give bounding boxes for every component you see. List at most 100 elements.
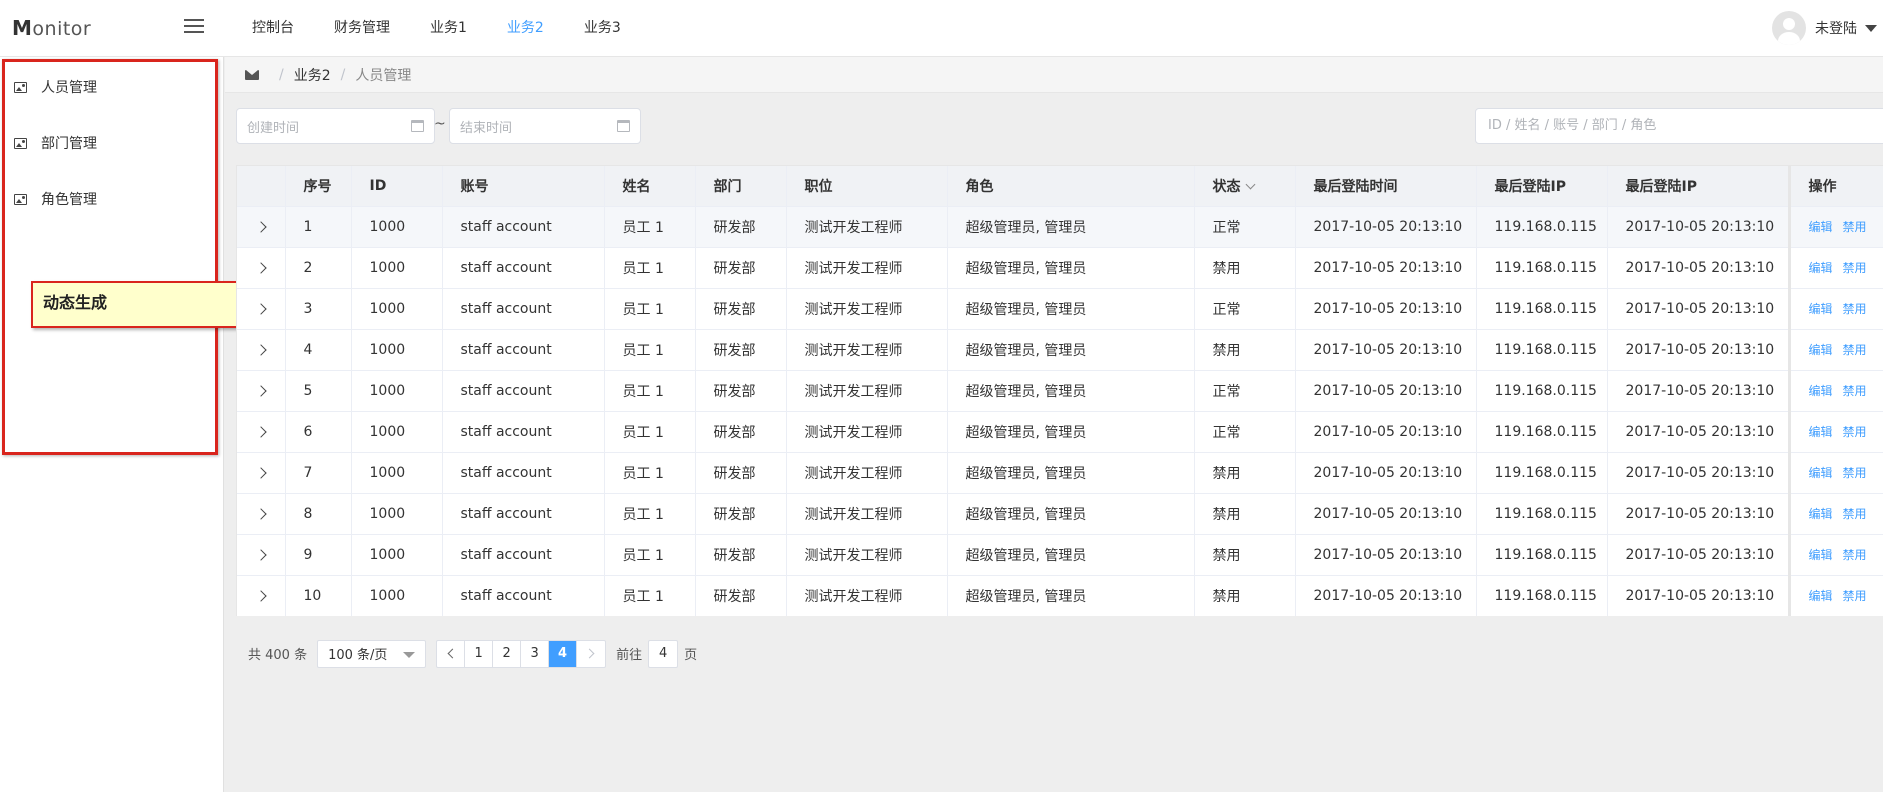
table-row[interactable]: 9 1000 staff account 员工 1 研发部 测试开发工程师 超级管理员, 管… <box>237 534 1883 576</box>
edit-button[interactable]: 编辑 <box>1809 425 1833 439</box>
cell-account: staff account <box>442 329 605 371</box>
cell-role: 超级管理员, 管理员 <box>947 452 1195 494</box>
nav-item-3[interactable]: 业务1 <box>410 0 487 57</box>
table-row[interactable]: 4 1000 staff account 员工 1 研发部 测试开发工程师 超级管理员, 管… <box>237 329 1883 371</box>
caret-down-icon[interactable] <box>1865 24 1877 32</box>
start-date-placeholder: 创建时间 <box>247 120 300 136</box>
goto-page-input[interactable]: 4 <box>648 639 679 668</box>
expand-cell[interactable] <box>237 247 286 289</box>
expand-cell[interactable] <box>237 411 286 453</box>
nav-item-4[interactable]: 业务2 <box>487 0 564 57</box>
edit-button[interactable]: 编辑 <box>1809 220 1833 234</box>
cell-login_ip: 119.168.0.115 <box>1476 534 1608 576</box>
sidebar-item-label: 角色管理 <box>41 192 97 208</box>
edit-button[interactable]: 编辑 <box>1809 589 1833 603</box>
disable-button[interactable]: 禁用 <box>1843 507 1867 521</box>
disable-button[interactable]: 禁用 <box>1843 343 1867 357</box>
chevron-right-icon[interactable] <box>255 466 267 479</box>
column-header-8[interactable]: 状态 <box>1194 166 1296 207</box>
nav-item-2[interactable]: 财务管理 <box>314 0 410 57</box>
table-row[interactable]: 6 1000 staff account 员工 1 研发部 测试开发工程师 超级管理员, 管… <box>237 411 1883 453</box>
nav-item-1[interactable]: 控制台 <box>232 0 314 57</box>
date-range-separator: ~ <box>434 116 446 132</box>
cell-name: 员工 1 <box>604 370 696 412</box>
nav-item-5[interactable]: 业务3 <box>564 0 641 57</box>
page-button-3[interactable]: 3 <box>521 640 550 667</box>
cell-account: staff account <box>442 247 605 289</box>
image-icon <box>14 81 27 93</box>
edit-button[interactable]: 编辑 <box>1809 343 1833 357</box>
edit-button[interactable]: 编辑 <box>1809 261 1833 275</box>
table-row[interactable]: 10 1000 staff account 员工 1 研发部 测试开发工程师 超级管理员, … <box>237 575 1883 616</box>
edit-button[interactable]: 编辑 <box>1809 302 1833 316</box>
expand-cell[interactable] <box>237 452 286 494</box>
chevron-right-icon[interactable] <box>255 507 267 520</box>
chevron-right-icon[interactable] <box>255 589 267 602</box>
cell-name: 员工 1 <box>604 575 696 616</box>
avatar[interactable] <box>1772 11 1806 45</box>
sidebar-item-1[interactable]: 人员管理 <box>0 59 223 115</box>
page-size-select[interactable]: 100 条/页 <box>317 639 427 668</box>
chevron-right-icon[interactable] <box>255 425 267 438</box>
page-button-1[interactable]: 1 <box>465 640 494 667</box>
edit-button[interactable]: 编辑 <box>1809 548 1833 562</box>
start-date-input[interactable]: 创建时间 <box>236 108 435 144</box>
expand-cell[interactable] <box>237 206 286 248</box>
cell-status: 禁用 <box>1194 575 1296 616</box>
expand-cell[interactable] <box>237 370 286 412</box>
edit-button[interactable]: 编辑 <box>1809 507 1833 521</box>
disable-button[interactable]: 禁用 <box>1843 548 1867 562</box>
user-name[interactable]: 未登陆 <box>1815 18 1857 38</box>
cell-name: 员工 1 <box>604 411 696 453</box>
table-row[interactable]: 8 1000 staff account 员工 1 研发部 测试开发工程师 超级管理员, 管… <box>237 493 1883 535</box>
table-row[interactable]: 3 1000 staff account 员工 1 研发部 测试开发工程师 超级管理员, 管… <box>237 288 1883 330</box>
table-row[interactable]: 2 1000 staff account 员工 1 研发部 测试开发工程师 超级管理员, 管… <box>237 247 1883 289</box>
page-button-4[interactable]: 4 <box>549 640 578 667</box>
calendar-icon[interactable] <box>617 120 630 132</box>
breadcrumb-separator: / <box>279 66 284 83</box>
user-menu[interactable]: 未登陆 <box>1772 10 1877 46</box>
sidebar: 人员管理 部门管理角色管理 <box>0 57 224 792</box>
edit-button[interactable]: 编辑 <box>1809 384 1833 398</box>
calendar-icon[interactable] <box>411 120 424 132</box>
table-row[interactable]: 7 1000 staff account 员工 1 研发部 测试开发工程师 超级管理员, 管… <box>237 452 1883 494</box>
disable-button[interactable]: 禁用 <box>1843 589 1867 603</box>
expand-cell[interactable] <box>237 575 286 616</box>
sidebar-item-3[interactable]: 角色管理 <box>0 171 223 227</box>
disable-button[interactable]: 禁用 <box>1843 425 1867 439</box>
page-button-2[interactable]: 2 <box>493 640 522 667</box>
cell-status: 禁用 <box>1194 247 1296 289</box>
menu-toggle-icon[interactable] <box>184 19 204 35</box>
chevron-right-icon[interactable] <box>255 261 267 274</box>
cell-position: 测试开发工程师 <box>786 370 948 412</box>
table-row[interactable]: 1 1000 staff account 员工 1 研发部 测试开发工程师 超级管理员, 管… <box>237 206 1883 248</box>
disable-button[interactable]: 禁用 <box>1843 220 1867 234</box>
chevron-right-icon[interactable] <box>255 343 267 356</box>
expand-cell[interactable] <box>237 329 286 371</box>
chevron-right-icon[interactable] <box>255 384 267 397</box>
end-date-input[interactable]: 结束时间 <box>449 108 641 144</box>
expand-cell[interactable] <box>237 288 286 330</box>
cell-position: 测试开发工程师 <box>786 575 948 616</box>
column-header-label: 角色 <box>965 178 994 195</box>
edit-button[interactable]: 编辑 <box>1809 466 1833 480</box>
chevron-right-icon[interactable] <box>255 302 267 315</box>
cell-no: 9 <box>285 534 352 576</box>
sort-chevron-icon[interactable] <box>1245 179 1255 190</box>
disable-button[interactable]: 禁用 <box>1843 466 1867 480</box>
disable-button[interactable]: 禁用 <box>1843 302 1867 316</box>
column-header-label: 部门 <box>713 178 742 195</box>
breadcrumb-item-business2[interactable]: 业务2 <box>294 65 331 85</box>
app-logo[interactable]: Monitor <box>12 16 91 40</box>
disable-button[interactable]: 禁用 <box>1843 261 1867 275</box>
expand-cell[interactable] <box>237 493 286 535</box>
sidebar-item-2[interactable]: 部门管理 <box>0 115 223 171</box>
expand-cell[interactable] <box>237 534 286 576</box>
next-page-button[interactable] <box>577 641 605 667</box>
table-row[interactable]: 5 1000 staff account 员工 1 研发部 测试开发工程师 超级管理员, 管… <box>237 370 1883 412</box>
prev-page-button[interactable] <box>437 640 466 667</box>
chevron-right-icon[interactable] <box>255 548 267 561</box>
disable-button[interactable]: 禁用 <box>1843 384 1867 398</box>
chevron-right-icon[interactable] <box>255 220 267 233</box>
search-input[interactable]: ID / 姓名 / 账号 / 部门 / 角色 <box>1475 108 1883 144</box>
